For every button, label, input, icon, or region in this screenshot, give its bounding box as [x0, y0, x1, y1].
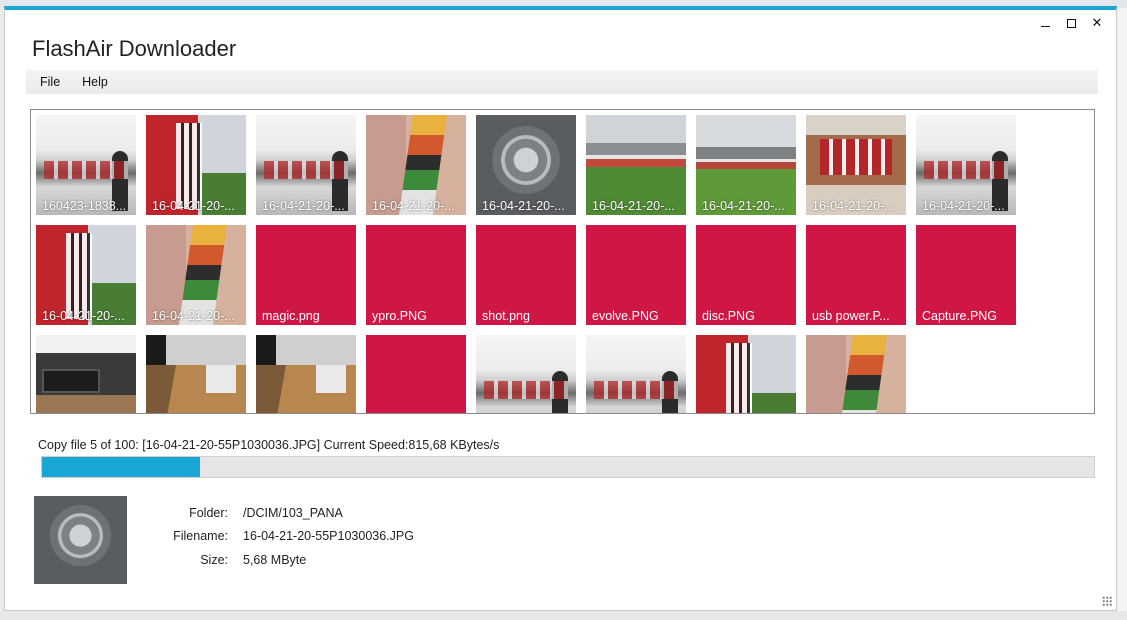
- thumbnail-item[interactable]: 16-04-21-20-...: [476, 115, 576, 215]
- file-details: Folder: /DCIM/103_PANA Filename: 16-04-2…: [155, 501, 414, 572]
- background-bottom-strip: [0, 611, 1127, 620]
- thumbnail-image: [476, 335, 576, 413]
- folder-value: /DCIM/103_PANA: [243, 505, 343, 520]
- thumbnail-item[interactable]: [36, 335, 136, 413]
- thumbnail-item[interactable]: 160423-1838...: [36, 115, 136, 215]
- thumbnail-label: ypro.PNG: [372, 309, 427, 323]
- filename-value: 16-04-21-20-55P1030036.JPG: [243, 529, 414, 544]
- thumbnail-item[interactable]: shot.png: [476, 225, 576, 325]
- thumbnail-item[interactable]: [586, 335, 686, 413]
- maximize-button[interactable]: [1058, 14, 1084, 32]
- thumbnail-image: [256, 335, 356, 413]
- thumbnail-image: [806, 335, 906, 413]
- thumbnail-item[interactable]: 16-04-21-20-...: [366, 115, 466, 215]
- thumbnail-image: [696, 335, 796, 413]
- thumbnail-item[interactable]: 16-04-21-20-...: [146, 115, 246, 215]
- thumbnail-label: 16-04-21-20-...: [42, 309, 125, 323]
- folder-label: Folder:: [189, 505, 228, 520]
- maximize-icon: [1066, 18, 1076, 28]
- thumbnail-label: usb power.P...: [812, 309, 890, 323]
- size-row: Size: 5,68 MByte: [155, 548, 414, 572]
- menu-bar: File Help: [26, 70, 1098, 94]
- thumbnail-item[interactable]: 16-04-21-20-...: [146, 225, 246, 325]
- thumbnail-label: shot.png: [482, 309, 530, 323]
- thumbnail-item[interactable]: disc.PNG: [696, 225, 796, 325]
- thumbnail-item[interactable]: [146, 335, 246, 413]
- thumbnail-item[interactable]: usb power.P...: [806, 225, 906, 325]
- thumbnail-label: 160423-1838...: [42, 199, 127, 213]
- thumbnail-item[interactable]: evolve.PNG: [586, 225, 686, 325]
- thumbnail-image: [586, 335, 686, 413]
- thumbnail-item[interactable]: [696, 335, 796, 413]
- current-file-preview: [34, 496, 127, 584]
- folder-row: Folder: /DCIM/103_PANA: [155, 501, 414, 525]
- window-title: FlashAir Downloader: [32, 36, 237, 61]
- copy-status-text: Copy file 5 of 100: [16-04-21-20-55P1030…: [38, 438, 500, 452]
- size-value: 5,68 MByte: [243, 552, 307, 567]
- thumbnail-item[interactable]: [476, 335, 576, 413]
- app-window: FlashAir Downloader ✕ File Help 160423-1…: [4, 6, 1117, 611]
- thumbnail-image: [146, 335, 246, 413]
- size-label: Size:: [200, 552, 228, 567]
- preview-image: [34, 496, 127, 584]
- thumbnail-label: 16-04-21-20-...: [152, 309, 235, 323]
- thumbnail-item[interactable]: 16-04-21-20-...: [696, 115, 796, 215]
- thumbnail-item[interactable]: 16-04-21-20-...: [916, 115, 1016, 215]
- close-icon: ✕: [1091, 15, 1103, 30]
- thumbnail-item[interactable]: 16-04-21-20-...: [806, 115, 906, 215]
- thumbnail-item[interactable]: [806, 335, 906, 413]
- thumbnail-label: 16-04-21-20-...: [482, 199, 565, 213]
- thumbnail-item[interactable]: [366, 335, 466, 413]
- thumbnail-grid: 160423-1838... 16-04-21-20-... 16-04-21-20…: [36, 115, 1016, 413]
- thumbnail-item[interactable]: 16-04-21-20-...: [586, 115, 686, 215]
- thumbnail-label: 16-04-21-20-...: [702, 199, 785, 213]
- thumbnail-item[interactable]: 16-04-21-20-...: [256, 115, 356, 215]
- thumbnail-label: Capture.PNG: [922, 309, 998, 323]
- thumbnail-gallery[interactable]: 160423-1838... 16-04-21-20-... 16-04-21-20…: [30, 109, 1095, 414]
- filename-row: Filename: 16-04-21-20-55P1030036.JPG: [155, 525, 414, 549]
- thumbnail-image: [36, 335, 136, 413]
- thumbnail-label: 16-04-21-20-...: [922, 199, 1005, 213]
- thumbnail-label: evolve.PNG: [592, 309, 659, 323]
- thumbnail-placeholder: [366, 335, 466, 413]
- copy-progress-bar: [41, 456, 1095, 478]
- menu-file[interactable]: File: [26, 75, 68, 89]
- thumbnail-item[interactable]: Capture.PNG: [916, 225, 1016, 325]
- minimize-button[interactable]: [1032, 14, 1058, 32]
- thumbnail-item[interactable]: 16-04-21-20-...: [36, 225, 136, 325]
- resize-grip[interactable]: [1102, 596, 1112, 606]
- thumbnail-label: disc.PNG: [702, 309, 755, 323]
- thumbnail-item[interactable]: [256, 335, 356, 413]
- thumbnail-item[interactable]: magic.png: [256, 225, 356, 325]
- background-right-strip: [1118, 8, 1127, 611]
- window-controls: ✕: [1032, 14, 1110, 32]
- thumbnail-label: 16-04-21-20-...: [592, 199, 675, 213]
- thumbnail-label: 16-04-21-20-...: [152, 199, 235, 213]
- thumbnail-label: 16-04-21-20-...: [262, 199, 345, 213]
- filename-label: Filename:: [173, 529, 228, 544]
- close-button[interactable]: ✕: [1084, 14, 1110, 32]
- thumbnail-item[interactable]: ypro.PNG: [366, 225, 466, 325]
- thumbnail-label: 16-04-21-20-...: [372, 199, 455, 213]
- thumbnail-label: 16-04-21-20-...: [812, 199, 895, 213]
- thumbnail-label: magic.png: [262, 309, 320, 323]
- minimize-icon: [1040, 25, 1050, 27]
- progress-fill: [42, 457, 200, 477]
- menu-help[interactable]: Help: [68, 75, 116, 89]
